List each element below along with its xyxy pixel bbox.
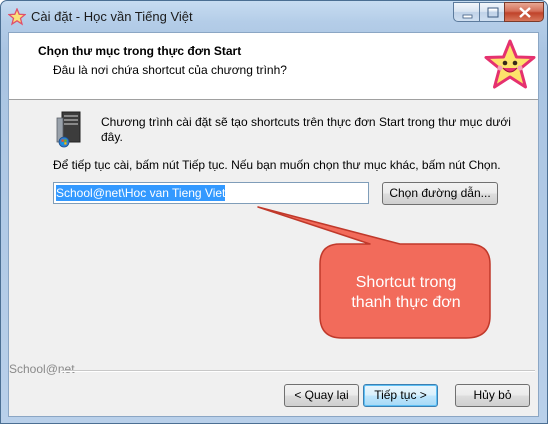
minimize-icon xyxy=(462,14,473,19)
instruction-text: Để tiếp tục cài, bấm nút Tiếp tục. Nếu b… xyxy=(53,158,501,172)
wizard-header: Chọn thư mục trong thực đơn Start Đâu là… xyxy=(9,33,538,100)
callout-text: Shortcut trong thanh thực đơn xyxy=(326,273,486,313)
cancel-button[interactable]: Hủy bỏ xyxy=(455,384,530,407)
page-title: Chọn thư mục trong thực đơn Start xyxy=(38,44,242,58)
maximize-button[interactable] xyxy=(479,2,505,22)
title-bar[interactable]: Cài đặt - Học vần Tiếng Việt xyxy=(1,1,547,33)
folder-value: School@net\Hoc van Tieng Viet xyxy=(56,185,226,201)
star-mascot-icon xyxy=(484,39,536,89)
next-button[interactable]: Tiếp tục > xyxy=(363,384,438,407)
back-button[interactable]: < Quay lại xyxy=(284,384,359,407)
minimize-button[interactable] xyxy=(453,2,480,22)
brand-label: School@net xyxy=(9,362,75,376)
start-menu-folder-field[interactable]: School@net\Hoc van Tieng Viet xyxy=(53,182,369,204)
callout-line-1: Shortcut trong xyxy=(355,274,457,291)
browse-button[interactable]: Chọn đường dẫn... xyxy=(382,182,498,205)
description-text: Chương trình cài đặt sẽ tạo shortcuts tr… xyxy=(101,115,511,144)
footer-divider xyxy=(61,370,535,372)
close-button[interactable] xyxy=(504,2,544,22)
start-menu-folder-icon xyxy=(56,111,81,148)
installer-window: Cài đặt - Học vần Tiếng Việt Chọn thư mụ… xyxy=(0,0,548,424)
page-subtitle: Đâu là nơi chứa shortcut của chương trìn… xyxy=(53,63,287,77)
star-app-icon xyxy=(8,8,26,26)
window-title: Cài đặt - Học vần Tiếng Việt xyxy=(31,9,193,24)
callout-line-2: thanh thực đơn xyxy=(351,294,461,311)
wizard-client-area: Chọn thư mục trong thực đơn Start Đâu là… xyxy=(8,32,539,417)
maximize-icon xyxy=(487,7,499,18)
close-icon xyxy=(519,7,531,18)
